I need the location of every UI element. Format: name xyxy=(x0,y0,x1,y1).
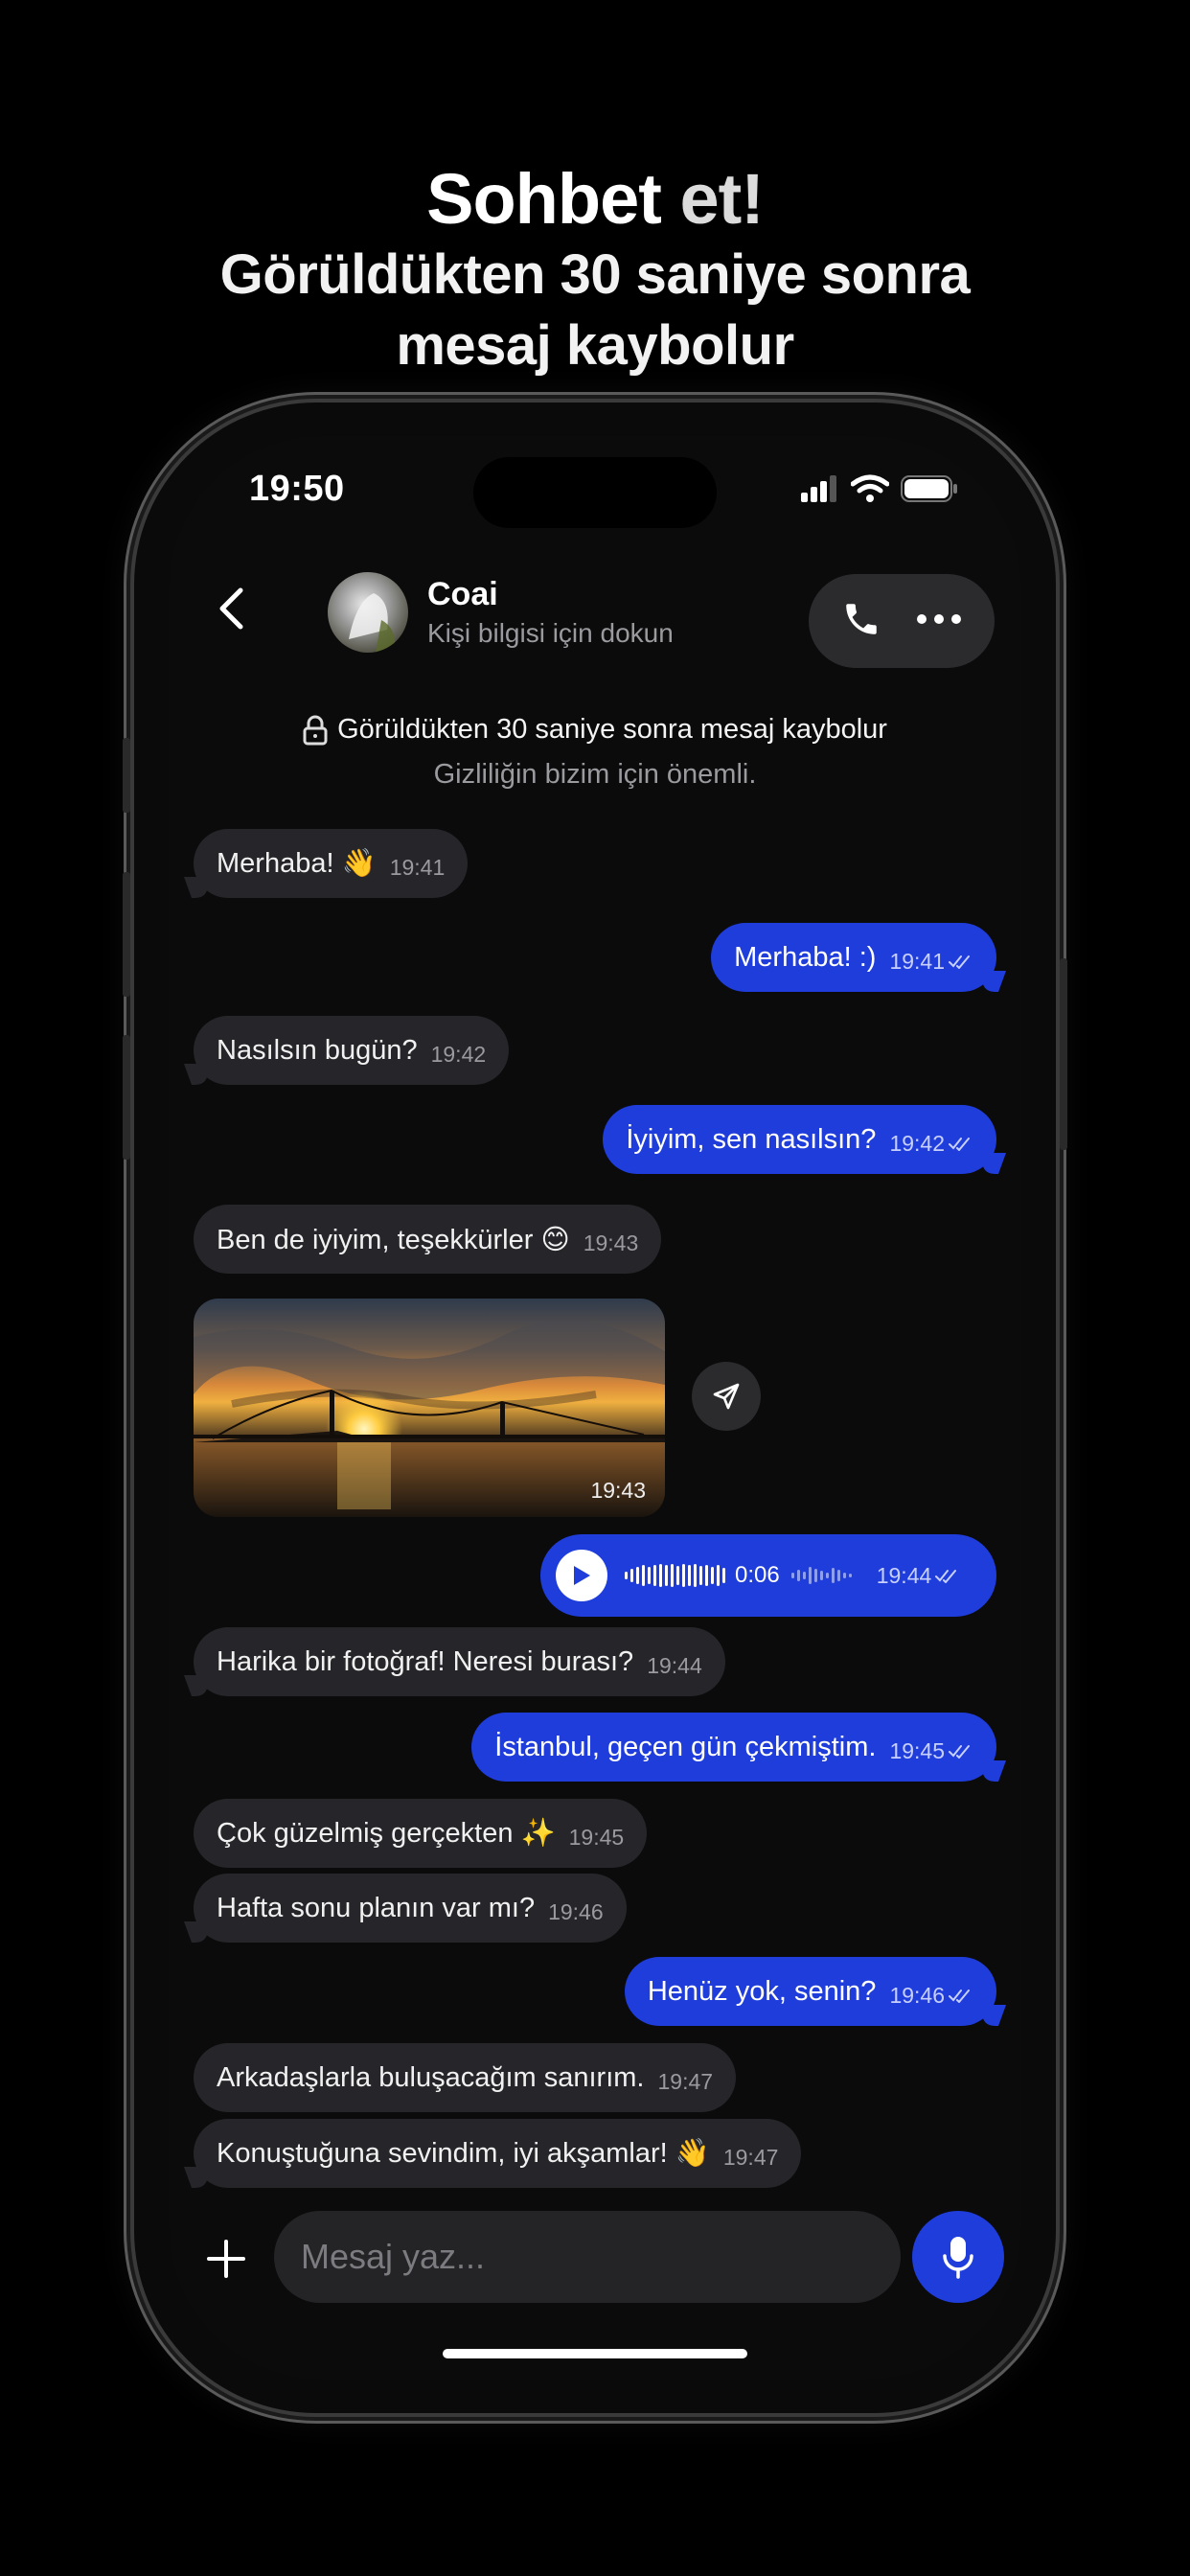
signal-icon xyxy=(801,475,836,502)
promo-subtitle-line2: mesaj kaybolur xyxy=(396,314,794,377)
double-check-icon xyxy=(949,1745,970,1759)
send-icon xyxy=(713,1383,740,1410)
promo-subtitle: Görüldükten 30 saniye sonra mesaj kaybol… xyxy=(0,240,1190,381)
message-time: 19:47 xyxy=(657,2068,714,2094)
double-check-icon xyxy=(949,955,970,969)
header-actions xyxy=(809,574,995,668)
phone-volume-up xyxy=(123,872,130,997)
message-time: 19:46 xyxy=(548,1898,604,1924)
phone-icon xyxy=(846,603,877,634)
message-input-placeholder: Mesaj yaz... xyxy=(301,2237,486,2276)
contact-avatar[interactable] xyxy=(328,572,408,653)
message-text: Merhaba! 👋 xyxy=(217,848,377,879)
message-text: İyiyim, sen nasılsın? xyxy=(626,1123,877,1155)
message-text: Henüz yok, senin? xyxy=(647,1975,877,2007)
voice-message[interactable]: 0:06 19:44 xyxy=(540,1534,996,1617)
waveform xyxy=(625,1561,725,1590)
double-check-icon xyxy=(949,1990,970,2003)
message-text: Nasılsın bugün? xyxy=(217,1034,418,1066)
double-check-icon xyxy=(949,1138,970,1151)
status-icons xyxy=(801,474,958,503)
home-indicator xyxy=(443,2349,747,2358)
status-time: 19:50 xyxy=(249,469,345,509)
message-bubble-outgoing[interactable]: Merhaba! :) 19:41 xyxy=(711,923,996,992)
privacy-notice-title: Görüldükten 30 saniye sonra mesaj kaybol… xyxy=(337,714,887,745)
message-input[interactable]: Mesaj yaz... xyxy=(274,2211,901,2303)
phone-action-button xyxy=(123,738,130,813)
microphone-icon xyxy=(943,2237,973,2279)
message-text: Harika bir fotoğraf! Neresi burası? xyxy=(217,1645,634,1677)
message-bubble-incoming[interactable]: Nasılsın bugün? 19:42 xyxy=(194,1016,510,1085)
message-bubble-incoming[interactable]: Hafta sonu planın var mı? 19:46 xyxy=(194,1874,627,1943)
message-time: 19:45 xyxy=(568,1824,625,1850)
promo-subtitle-line1: Görüldükten 30 saniye sonra xyxy=(219,243,971,306)
waveform-remaining xyxy=(790,1561,852,1590)
message-time: 19:44 xyxy=(647,1652,702,1678)
message-text: Çok güzelmiş gerçekten ✨ xyxy=(217,1818,556,1849)
more-button[interactable] xyxy=(916,612,962,630)
message-time: 19:43 xyxy=(583,1230,639,1255)
back-button[interactable] xyxy=(207,580,255,637)
chat-header: Coai Kişi bilgisi için dokun xyxy=(169,559,1021,668)
message-bubble-incoming[interactable]: Merhaba! 👋 19:41 xyxy=(194,829,469,898)
message-text: İstanbul, geçen gün çekmiştim. xyxy=(494,1731,877,1762)
contact-name[interactable]: Coai xyxy=(427,576,498,613)
phone-power-button xyxy=(1060,958,1067,1150)
chevron-left-icon xyxy=(219,587,243,630)
attach-button[interactable] xyxy=(197,2230,255,2288)
phone-volume-down xyxy=(123,1035,130,1160)
promo-title-bold: Sohbet xyxy=(426,159,662,239)
message-bubble-outgoing[interactable]: İstanbul, geçen gün çekmiştim. 19:45 xyxy=(471,1713,996,1782)
message-time: 19:42 xyxy=(430,1041,487,1067)
message-text: Ben de iyiyim, teşekkürler 😊 xyxy=(217,1224,570,1255)
message-bubble-incoming[interactable]: Ben de iyiyim, teşekkürler 😊 19:43 xyxy=(194,1205,662,1274)
message-time: 19:45 xyxy=(889,1737,945,1763)
message-text: Konuştuğuna sevindim, iyi akşamlar! 👋 xyxy=(217,2138,710,2169)
message-time: 19:44 xyxy=(876,1562,932,1588)
message-composer: Mesaj yaz... xyxy=(169,2211,1021,2307)
message-time: 19:41 xyxy=(889,948,945,974)
message-time: 19:41 xyxy=(389,854,446,880)
message-bubble-incoming[interactable]: Harika bir fotoğraf! Neresi burası? 19:4… xyxy=(194,1627,725,1696)
more-dots-icon xyxy=(917,614,961,624)
image-message[interactable]: 19:43 xyxy=(194,1299,665,1517)
chat-screen: 19:50 Coai Kişi bilgisi için dokun Görül… xyxy=(169,436,1021,2380)
play-icon xyxy=(574,1566,590,1585)
privacy-notice: Görüldükten 30 saniye sonra mesaj kaybol… xyxy=(169,714,1021,791)
message-bubble-incoming[interactable]: Arkadaşlarla buluşacağım sanırım. 19:47 xyxy=(194,2043,737,2112)
battery-icon xyxy=(901,475,957,502)
message-time: 19:42 xyxy=(889,1130,945,1156)
lock-icon xyxy=(303,715,328,745)
message-time: 19:47 xyxy=(722,2144,779,2170)
dynamic-island xyxy=(473,457,717,528)
privacy-notice-subtitle: Gizliliğin bizim için önemli. xyxy=(433,759,757,790)
message-time: 19:43 xyxy=(590,1478,646,1503)
wifi-icon xyxy=(851,474,889,502)
message-bubble-incoming[interactable]: Konuştuğuna sevindim, iyi akşamlar! 👋 19… xyxy=(194,2119,802,2188)
message-text: Hafta sonu planın var mı? xyxy=(217,1892,536,1923)
forward-button[interactable] xyxy=(692,1362,761,1431)
voice-record-button[interactable] xyxy=(912,2211,1004,2303)
double-check-icon xyxy=(935,1570,957,1583)
message-time: 19:46 xyxy=(889,1982,945,2008)
voice-duration: 0:06 xyxy=(735,1562,780,1588)
message-text: Arkadaşlarla buluşacağım sanırım. xyxy=(217,2061,645,2093)
call-button[interactable] xyxy=(841,599,881,644)
message-text: Merhaba! :) xyxy=(734,941,877,973)
promo-title: Sohbet et! xyxy=(0,158,1190,240)
message-bubble-outgoing[interactable]: İyiyim, sen nasılsın? 19:42 xyxy=(603,1105,996,1174)
play-button[interactable] xyxy=(556,1550,607,1601)
promo-title-light: et! xyxy=(679,159,764,239)
message-bubble-outgoing[interactable]: Henüz yok, senin? 19:46 xyxy=(624,1957,996,2026)
plus-icon xyxy=(207,2240,245,2278)
contact-subtitle[interactable]: Kişi bilgisi için dokun xyxy=(427,618,674,649)
message-bubble-incoming[interactable]: Çok güzelmiş gerçekten ✨ 19:45 xyxy=(194,1799,648,1868)
